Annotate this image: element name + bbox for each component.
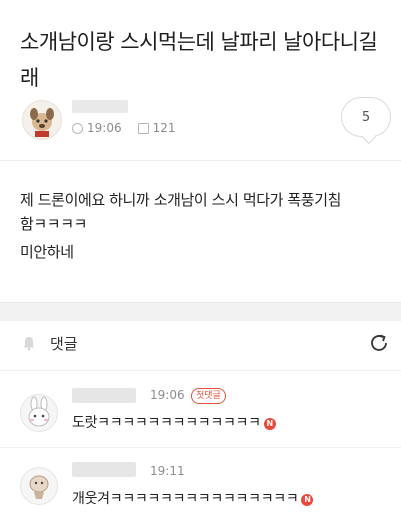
- commenter-avatar[interactable]: [20, 394, 58, 432]
- commenter-avatar[interactable]: [20, 467, 58, 505]
- rabbit-avatar-icon: [28, 396, 50, 427]
- commenter-name-blurred[interactable]: [72, 388, 136, 403]
- dog-avatar-icon: [30, 108, 54, 137]
- divider: [0, 370, 401, 371]
- post-views: 121: [152, 121, 176, 135]
- post-body-line: 미안하네: [20, 243, 74, 261]
- comment-text-content: 도랏ㅋㅋㅋㅋㅋㅋㅋㅋㅋㅋㅋㅋㅋ: [72, 415, 261, 431]
- bell-icon: [23, 337, 35, 351]
- post-meta: 19:06 121: [72, 121, 176, 135]
- new-badge-icon: N: [263, 418, 276, 430]
- author-name-blurred[interactable]: [72, 100, 128, 113]
- comment-time: 19:06: [150, 388, 185, 402]
- refresh-icon[interactable]: [368, 332, 390, 354]
- post-body: 제 드론이에요 하니까 소개남이 스시 먹다가 폭풍기침 함ㅋㅋㅋㅋ 미안하네: [20, 188, 390, 264]
- post-title: 소개남이랑 스시먹는데 날파리 날아다니길래: [20, 30, 378, 90]
- post-body-line: 함ㅋㅋㅋㅋ: [20, 215, 88, 233]
- author-avatar[interactable]: [22, 100, 62, 140]
- comment-text: 개웃겨ㅋㅋㅋㅋㅋㅋㅋㅋㅋㅋㅋㅋㅋㅋㅋ N: [72, 488, 314, 508]
- comment-count-button[interactable]: 5: [341, 97, 391, 137]
- clock-icon: [72, 122, 83, 134]
- new-badge-icon: N: [301, 494, 314, 506]
- commenter-name-blurred[interactable]: [72, 462, 136, 477]
- comment-item: 19:11 개웃겨ㅋㅋㅋㅋㅋㅋㅋㅋㅋㅋㅋㅋㅋㅋㅋ N: [0, 455, 401, 521]
- comment-count: 5: [361, 109, 371, 125]
- comment-text-content: 개웃겨ㅋㅋㅋㅋㅋㅋㅋㅋㅋㅋㅋㅋㅋㅋㅋ: [72, 491, 299, 507]
- views-icon: [137, 122, 149, 134]
- post-header: 소개남이랑 스시먹는데 날파리 날아다니길래 19:06 121 5: [0, 0, 401, 165]
- section-separator: [0, 302, 401, 321]
- post-body-line: 제 드론이에요 하니까 소개남이 스시 먹다가 폭풍기침: [20, 191, 342, 209]
- comment-time: 19:11: [150, 464, 185, 478]
- post-time: 19:06: [87, 121, 122, 135]
- divider: [0, 160, 401, 161]
- character-avatar-icon: [29, 475, 49, 499]
- divider: [0, 447, 401, 448]
- comments-title: 댓글: [50, 335, 78, 353]
- comment-text: 도랏ㅋㅋㅋㅋㅋㅋㅋㅋㅋㅋㅋㅋㅋ N: [72, 412, 276, 432]
- comment-item: 19:06 첫댓글 도랏ㅋㅋㅋㅋㅋㅋㅋㅋㅋㅋㅋㅋㅋ N: [0, 380, 401, 446]
- first-comment-badge: 첫댓글: [191, 388, 226, 404]
